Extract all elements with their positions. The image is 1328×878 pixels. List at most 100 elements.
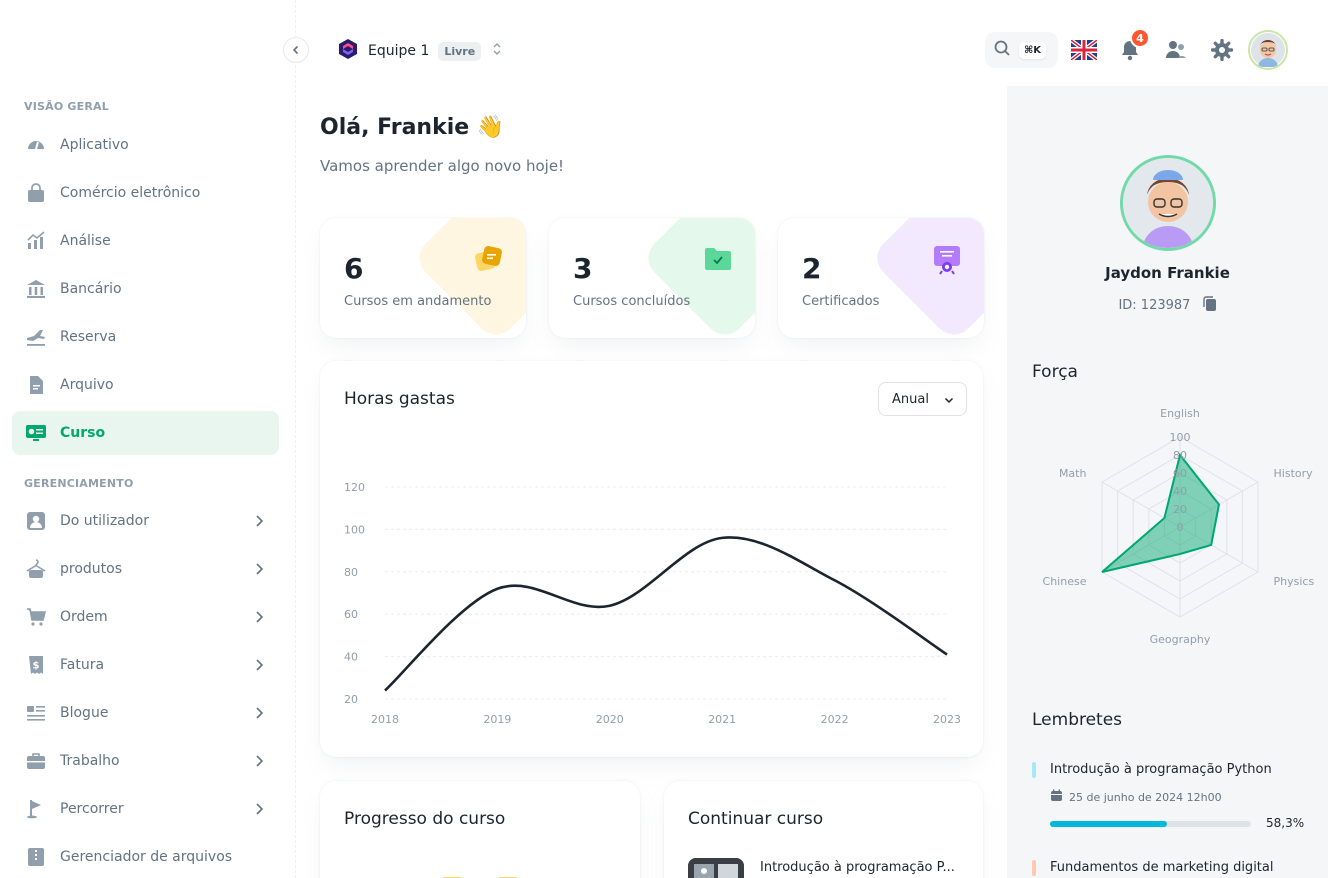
reminders-title: Lembretes bbox=[1032, 710, 1123, 730]
chevron-right-icon bbox=[251, 609, 267, 629]
sidebar-item-course[interactable]: Curso bbox=[12, 411, 279, 455]
sidebar-item-label: Gerenciador de arquivos bbox=[60, 849, 233, 865]
reminder-title[interactable]: Introdução à programação Python bbox=[1050, 762, 1272, 777]
stat-label: Cursos concluídos bbox=[573, 294, 691, 309]
sidebar-item-label: Ordem bbox=[60, 609, 108, 625]
sidebar-item-label: Arquivo bbox=[60, 377, 114, 393]
continue-course-title[interactable]: Introdução à programação P... bbox=[760, 860, 955, 875]
sidebar-item-job[interactable]: Trabalho bbox=[12, 739, 279, 783]
reminder-progress-bar bbox=[1050, 821, 1251, 827]
stat-card-decoration bbox=[411, 218, 526, 338]
reminder-title[interactable]: Fundamentos de marketing digital bbox=[1050, 860, 1273, 875]
page-subtitle: Vamos aprender algo novo hoje! bbox=[320, 157, 565, 175]
account-avatar-button[interactable] bbox=[1248, 30, 1288, 70]
reminder-progress-fill bbox=[1050, 821, 1168, 827]
notifications-count: 4 bbox=[1130, 28, 1150, 48]
file-icon bbox=[24, 373, 48, 397]
sidebar-item-file[interactable]: Arquivo bbox=[12, 363, 279, 407]
y-tick-label: 100 bbox=[344, 523, 365, 536]
team-name: Equipe 1 bbox=[368, 43, 430, 59]
sidebar-item-label: Blogue bbox=[60, 705, 109, 721]
sidebar-item-app[interactable]: Aplicativo bbox=[12, 123, 279, 167]
team-switcher[interactable]: Equipe 1 Livre bbox=[338, 38, 503, 64]
invoice-icon: $ bbox=[24, 653, 48, 677]
sidebar-item-label: Percorrer bbox=[60, 801, 124, 817]
calendar-icon bbox=[1050, 789, 1063, 805]
sidebar-item-label: Comércio eletrônico bbox=[60, 185, 201, 201]
sidebar-item-banking[interactable]: Bancário bbox=[12, 267, 279, 311]
sidebar-item-label: Bancário bbox=[60, 281, 122, 297]
chevron-right-icon bbox=[251, 561, 267, 581]
sidebar-item-user[interactable]: Do utilizador bbox=[12, 499, 279, 543]
hours-line-chart: 20 40 60 80 100 120 2018 2019 2020 2021 2022 2023 bbox=[344, 481, 961, 726]
sidebar-item-order[interactable]: Ordem bbox=[12, 595, 279, 639]
file-manager-icon bbox=[24, 845, 48, 869]
radar-category-label: Chinese bbox=[1043, 575, 1087, 588]
team-logo-icon bbox=[338, 38, 358, 64]
flag-icon bbox=[24, 797, 48, 821]
card-title: Continuar curso bbox=[688, 809, 824, 829]
blog-icon bbox=[24, 701, 48, 725]
x-tick-label: 2022 bbox=[821, 713, 849, 726]
course-image-icon bbox=[688, 858, 744, 878]
briefcase-icon bbox=[24, 749, 48, 773]
chevron-updown-icon bbox=[491, 41, 503, 61]
settings-gear-icon[interactable] bbox=[1210, 38, 1234, 65]
section-title-management: GERENCIAMENTO bbox=[24, 477, 134, 490]
radar-category-label: Math bbox=[1059, 467, 1087, 480]
strength-title: Força bbox=[1032, 362, 1078, 382]
sidebar-item-label: Análise bbox=[60, 233, 111, 249]
sidebar-item-analytics[interactable]: Análise bbox=[12, 219, 279, 263]
sidebar-item-tour[interactable]: Percorrer bbox=[12, 787, 279, 831]
profile-name: Jaydon Frankie bbox=[1105, 264, 1230, 282]
radar-category-label: Geography bbox=[1150, 633, 1211, 646]
reminder-date-text: 25 de junho de 2024 12h00 bbox=[1069, 790, 1222, 804]
sidebar-item-ecommerce[interactable]: Comércio eletrônico bbox=[12, 171, 279, 215]
analytics-icon bbox=[24, 229, 48, 253]
chevron-right-icon bbox=[251, 657, 267, 677]
avatar-icon bbox=[1251, 33, 1285, 67]
contacts-icon[interactable] bbox=[1165, 39, 1187, 65]
sidebar-item-products[interactable]: produtos bbox=[12, 547, 279, 591]
stat-value: 2 bbox=[802, 252, 822, 285]
radar-scale-label: 100 bbox=[1170, 431, 1191, 444]
uk-flag-icon[interactable] bbox=[1069, 38, 1099, 64]
x-tick-label: 2019 bbox=[483, 713, 511, 726]
sidebar-item-label: Fatura bbox=[60, 657, 105, 673]
card-title: Progresso do curso bbox=[344, 809, 506, 829]
chevron-right-icon bbox=[251, 513, 267, 533]
stat-card-decoration bbox=[640, 218, 755, 338]
bank-icon bbox=[24, 277, 48, 301]
sidebar-item-blog[interactable]: Blogue bbox=[12, 691, 279, 735]
radar-scale-label: 80 bbox=[1173, 449, 1187, 462]
sidebar-item-file-manager[interactable]: Gerenciador de arquivos bbox=[12, 835, 279, 878]
right-panel: Jaydon Frankie ID: 123987 Força 0 20 40 60 8… bbox=[1007, 86, 1328, 878]
stat-card-certificates: 2 Certificados bbox=[778, 218, 984, 338]
sidebar-item-invoice[interactable]: $ Fatura bbox=[12, 643, 279, 687]
radar-series-area bbox=[1101, 452, 1221, 573]
radar-category-label: Physics bbox=[1274, 575, 1315, 588]
plan-badge: Livre bbox=[438, 41, 482, 61]
svg-text:$: $ bbox=[33, 661, 40, 672]
x-tick-label: 2020 bbox=[596, 713, 624, 726]
collapse-sidebar-button[interactable] bbox=[283, 37, 309, 63]
reminder-color-bar bbox=[1032, 860, 1036, 876]
stat-card-decoration bbox=[869, 218, 984, 338]
shopping-bag-icon bbox=[24, 181, 48, 205]
folder-check-icon bbox=[703, 244, 733, 278]
sidebar-item-booking[interactable]: Reserva bbox=[12, 315, 279, 359]
course-thumbnail[interactable] bbox=[688, 858, 744, 878]
stat-label: Certificados bbox=[802, 294, 880, 309]
sidebar-item-label: Trabalho bbox=[60, 753, 120, 769]
courses-stack-icon bbox=[474, 244, 504, 278]
chevron-right-icon bbox=[251, 801, 267, 821]
search-button[interactable]: ⌘K bbox=[985, 32, 1058, 68]
radar-scale-label: 60 bbox=[1173, 467, 1187, 480]
radar-scale-label: 20 bbox=[1173, 503, 1187, 516]
certificate-icon bbox=[932, 244, 962, 280]
copy-icon[interactable] bbox=[1202, 296, 1217, 316]
x-tick-label: 2018 bbox=[371, 713, 399, 726]
top-header: Equipe 1 Livre ⌘K 4 bbox=[296, 0, 1328, 86]
stat-value: 6 bbox=[344, 252, 364, 285]
radar-scale-label: 0 bbox=[1177, 521, 1184, 534]
